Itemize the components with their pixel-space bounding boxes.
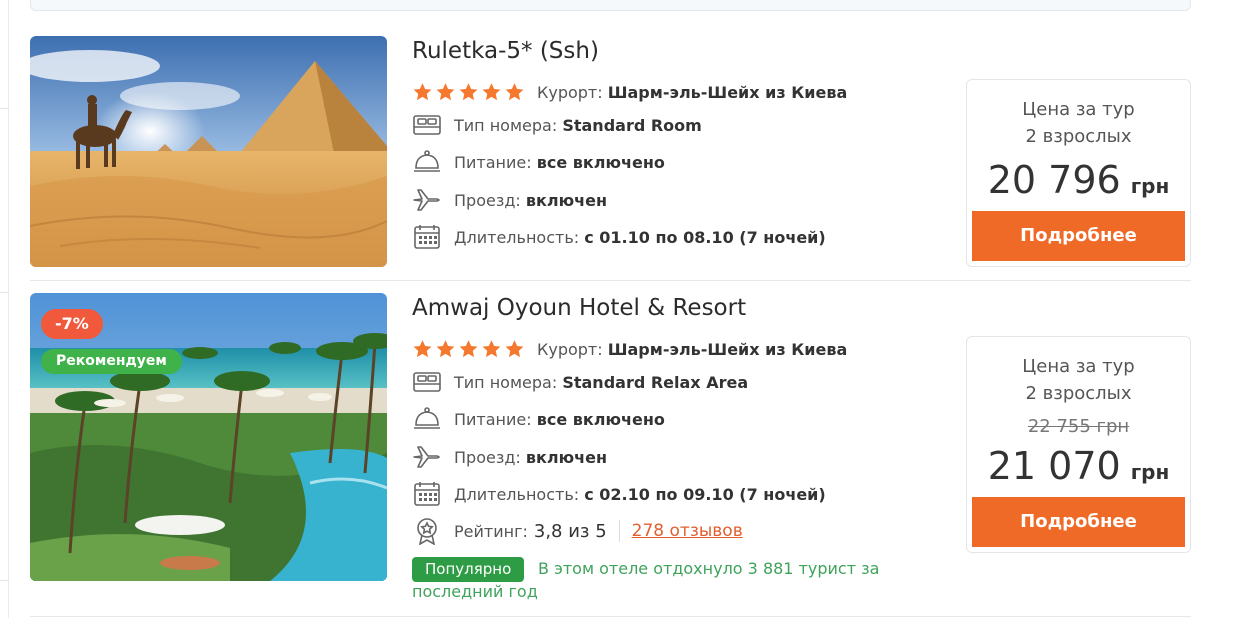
price-label: Цена за тур	[1022, 99, 1135, 120]
resort-value: Шарм-эль-Шейх из Киева	[607, 339, 848, 359]
resort-value: Шарм-эль-Шейх из Киева	[607, 82, 848, 102]
star-icon	[413, 340, 432, 358]
details-button[interactable]: Подробнее	[972, 497, 1185, 547]
room-value: Standard Room	[562, 115, 702, 135]
airplane-icon	[412, 444, 442, 470]
duration-value: с 01.10 по 08.10 (7 ночей)	[584, 227, 826, 247]
edge-divider	[0, 108, 9, 109]
cloche-icon	[412, 149, 442, 175]
star-icon	[436, 83, 455, 101]
recommended-badge: Рекомендуем	[41, 349, 182, 374]
transport-row: Проезд: включен	[412, 187, 607, 213]
meals-label: Питание:	[454, 409, 532, 429]
bed-icon	[412, 112, 442, 138]
duration-label: Длительность:	[454, 484, 580, 504]
room-row: Тип номера: Standard Room	[412, 112, 702, 138]
price: 20 796 грн	[967, 158, 1190, 202]
price-travellers: 2 взрослых	[1025, 126, 1132, 147]
details-button[interactable]: Подробнее	[972, 211, 1185, 261]
room-label: Тип номера:	[454, 115, 558, 135]
price-amount: 21 070	[987, 444, 1121, 488]
hotel-card: -7% Рекомендуем Amwaj Oyoun Hotel & Reso…	[30, 293, 1191, 613]
resort-row: Курорт: Шарм-эль-Шейх из Киева	[412, 79, 847, 105]
price-box: Цена за тур 2 взрослых 20 796 грн Подробн…	[966, 79, 1191, 267]
price-box: Цена за тур 2 взрослых 22 755 грн 21 070…	[966, 336, 1191, 553]
duration-value: с 02.10 по 09.10 (7 ночей)	[584, 484, 826, 504]
transport-value: включен	[525, 447, 608, 467]
transport-label: Проезд:	[454, 447, 521, 467]
price-currency: грн	[1130, 174, 1170, 198]
price-travellers: 2 взрослых	[1025, 383, 1132, 404]
discount-badge: -7%	[41, 309, 103, 339]
price: 21 070 грн	[967, 444, 1190, 488]
price-label: Цена за тур	[1022, 356, 1135, 377]
rating-divider	[618, 520, 620, 542]
hotel-stars	[412, 82, 527, 102]
meals-value: все включено	[536, 152, 665, 172]
calendar-icon	[412, 224, 442, 250]
duration-label: Длительность:	[454, 227, 580, 247]
old-price: 22 755 грн	[1027, 416, 1130, 437]
airplane-icon	[412, 187, 442, 213]
transport-label: Проезд:	[454, 190, 521, 210]
star-icon	[505, 83, 524, 101]
award-medal-icon	[412, 518, 442, 545]
price-currency: грн	[1130, 460, 1170, 484]
hotel-title[interactable]: Ruletka-5* (Ssh)	[412, 38, 599, 64]
calendar-icon	[412, 481, 442, 507]
room-row: Тип номера: Standard Relax Area	[412, 369, 748, 395]
room-label: Тип номера:	[454, 372, 558, 392]
star-icon	[482, 83, 501, 101]
meals-row: Питание: все включено	[412, 149, 665, 175]
rating-row: Рейтинг: 3,8 из 5 278 отзывов	[412, 518, 743, 545]
rating-label: Рейтинг:	[454, 521, 528, 541]
meals-value: все включено	[536, 409, 665, 429]
duration-row: Длительность: с 02.10 по 09.10 (7 ночей)	[412, 481, 826, 507]
edge-divider	[0, 580, 9, 581]
meals-row: Питание: все включено	[412, 406, 665, 432]
meals-label: Питание:	[454, 152, 532, 172]
price-amount: 20 796	[987, 158, 1121, 202]
star-icon	[413, 83, 432, 101]
star-icon	[482, 340, 501, 358]
star-icon	[505, 340, 524, 358]
page-left-edge	[0, 0, 9, 618]
reviews-link[interactable]: 278 отзывов	[632, 521, 743, 541]
popular-badge: Популярно	[412, 557, 525, 582]
duration-row: Длительность: с 01.10 по 08.10 (7 ночей)	[412, 224, 826, 250]
cloche-icon	[412, 406, 442, 432]
transport-value: включен	[525, 190, 608, 210]
hotel-card: Ruletka-5* (Ssh) Курорт: Шарм-эль-Шейх и…	[30, 36, 1191, 268]
hotel-title[interactable]: Amwaj Oyoun Hotel & Resort	[412, 295, 746, 321]
bed-icon	[412, 369, 442, 395]
resort-row: Курорт: Шарм-эль-Шейх из Киева	[412, 336, 847, 362]
star-icon	[436, 340, 455, 358]
hotel-stars	[412, 339, 527, 359]
hotel-photo-pyramids[interactable]	[30, 36, 387, 267]
transport-row: Проезд: включен	[412, 444, 607, 470]
resort-label: Курорт:	[537, 82, 603, 102]
previous-card-bottom	[30, 0, 1191, 11]
rating-value: 3,8 из 5	[533, 520, 607, 542]
edge-divider	[0, 292, 9, 293]
card-divider	[30, 280, 1191, 281]
resort-label: Курорт:	[537, 339, 603, 359]
star-icon	[459, 340, 478, 358]
room-value: Standard Relax Area	[562, 372, 749, 392]
star-icon	[459, 83, 478, 101]
card-divider	[30, 616, 1191, 617]
